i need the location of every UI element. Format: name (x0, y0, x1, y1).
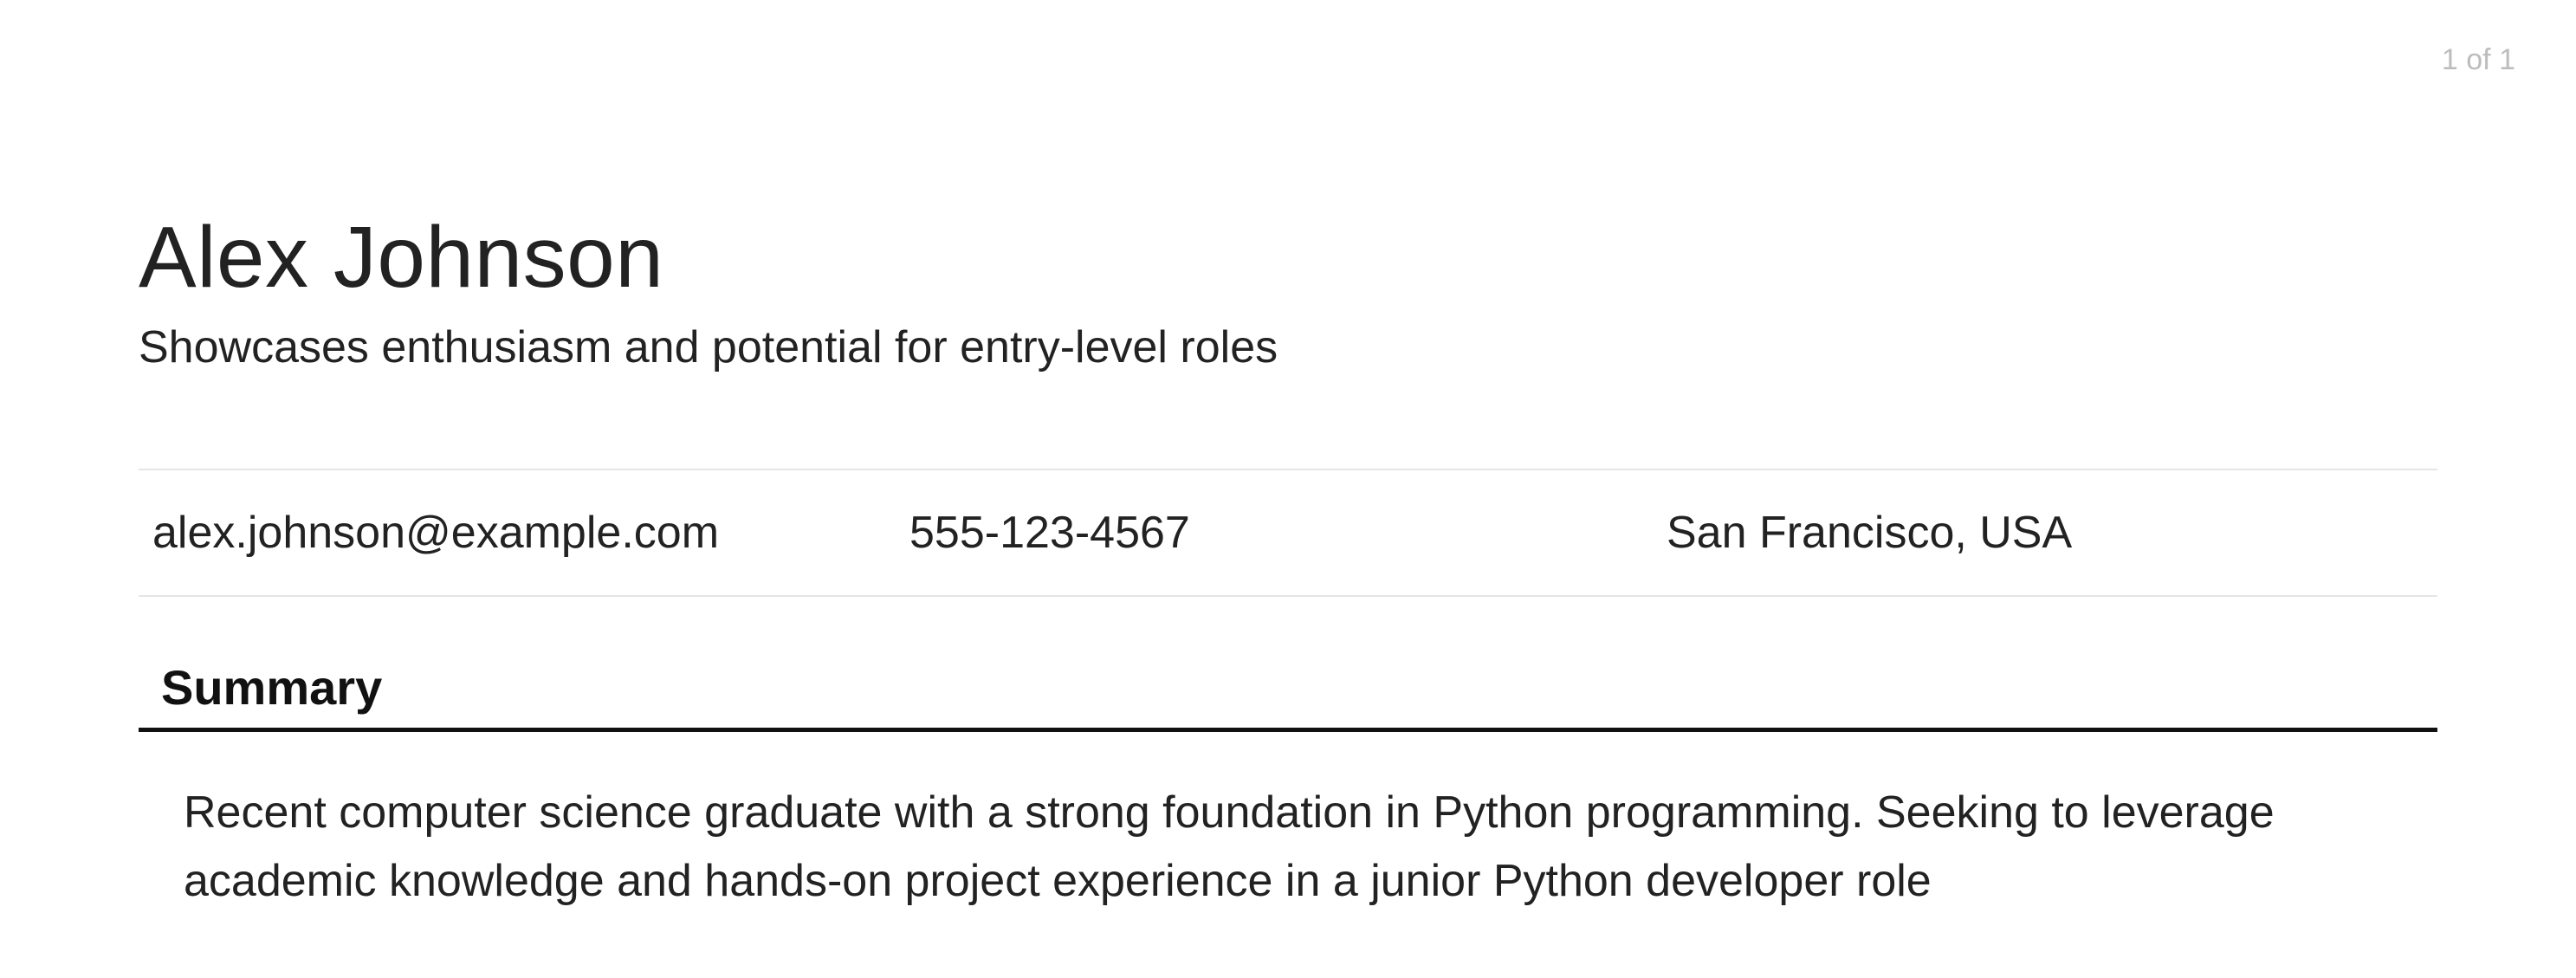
summary-heading: Summary (139, 659, 2437, 732)
candidate-name: Alex Johnson (139, 208, 2437, 308)
page-counter: 1 of 1 (2442, 43, 2515, 77)
summary-body: Recent computer science graduate with a … (139, 732, 2437, 916)
contact-email: alex.johnson@example.com (152, 507, 909, 559)
contact-bar: alex.johnson@example.com 555-123-4567 Sa… (139, 469, 2437, 597)
tagline: Showcases enthusiasm and potential for e… (139, 321, 2437, 373)
contact-location: San Francisco, USA (1667, 507, 2424, 559)
contact-phone: 555-123-4567 (909, 507, 1667, 559)
summary-section: Summary Recent computer science graduate… (139, 659, 2437, 916)
resume-content: Alex Johnson Showcases enthusiasm and po… (0, 0, 2576, 916)
